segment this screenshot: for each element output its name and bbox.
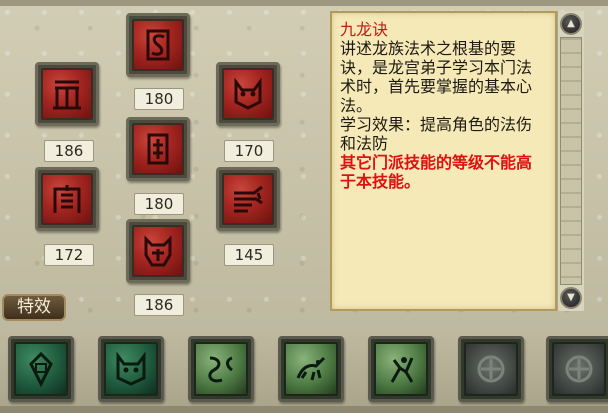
effects-button[interactable]: 特效: [2, 294, 66, 321]
window-top-edge: [0, 0, 608, 6]
scroll-down-button[interactable]: ▼: [560, 287, 582, 309]
hotbar-slot-5[interactable]: [368, 336, 434, 402]
green-beast-icon: [284, 342, 338, 396]
skill-effect-text: 学习效果：提高角色的法伤和法防: [340, 115, 533, 153]
green-dragon-head-icon: [104, 342, 158, 396]
skill-center-upper[interactable]: [126, 117, 190, 181]
rune-tablet-icon: [132, 123, 184, 175]
skill-right-upper[interactable]: [216, 62, 280, 126]
skill-left-lower[interactable]: [35, 167, 99, 231]
hotbar-bottom-edge: [0, 406, 608, 413]
green-warrior-icon: [374, 342, 428, 396]
skill-description-panel: 九龙诀 讲述龙族法术之根基的要诀，是龙宫弟子学习本门法术时，首先要掌握的基本心法…: [330, 11, 557, 311]
skill-level-bottom-center: 186: [134, 294, 184, 316]
hotbar-slot-7[interactable]: [546, 336, 608, 402]
green-gem-icon: [14, 342, 68, 396]
hotbar-slot-4[interactable]: [278, 336, 344, 402]
rune-s-icon: [132, 19, 184, 71]
green-serpent-icon: [194, 342, 248, 396]
skill-right-lower[interactable]: [216, 167, 280, 231]
skill-description-text: 讲述龙族法术之根基的要诀，是龙宫弟子学习本门法术时，首先要掌握的基本心法。: [340, 39, 533, 115]
hotbar-slot-2[interactable]: [98, 336, 164, 402]
empty-slot-icon: [464, 342, 518, 396]
rune-beast-icon: [132, 225, 184, 277]
skill-left-upper[interactable]: [35, 62, 99, 126]
rune-gate-icon: [41, 173, 93, 225]
skill-bottom-center[interactable]: [126, 219, 190, 283]
scroll-up-button[interactable]: ▲: [560, 13, 582, 35]
description-scrollbar[interactable]: ▲ ▼: [557, 11, 584, 311]
skill-warning-text: 其它门派技能的等级不能高于本技能。: [340, 153, 533, 191]
empty-slot-icon: [552, 342, 606, 396]
skill-title: 九龙诀: [340, 20, 389, 39]
hotbar-slot-3[interactable]: [188, 336, 254, 402]
scroll-track[interactable]: [560, 37, 582, 285]
skill-level-right-upper: 170: [224, 140, 274, 162]
skill-level-right-lower: 145: [224, 244, 274, 266]
skill-level-left-lower: 172: [44, 244, 94, 266]
rune-columns-icon: [41, 68, 93, 120]
skill-level-center-upper: 180: [134, 193, 184, 215]
skill-top-center[interactable]: [126, 13, 190, 77]
skill-level-left-upper: 186: [44, 140, 94, 162]
hotbar-slot-1[interactable]: [8, 336, 74, 402]
hotbar-slot-6[interactable]: [458, 336, 524, 402]
rune-mask-icon: [222, 68, 274, 120]
rune-dragon-icon: [222, 173, 274, 225]
skill-level-top-center: 180: [134, 88, 184, 110]
